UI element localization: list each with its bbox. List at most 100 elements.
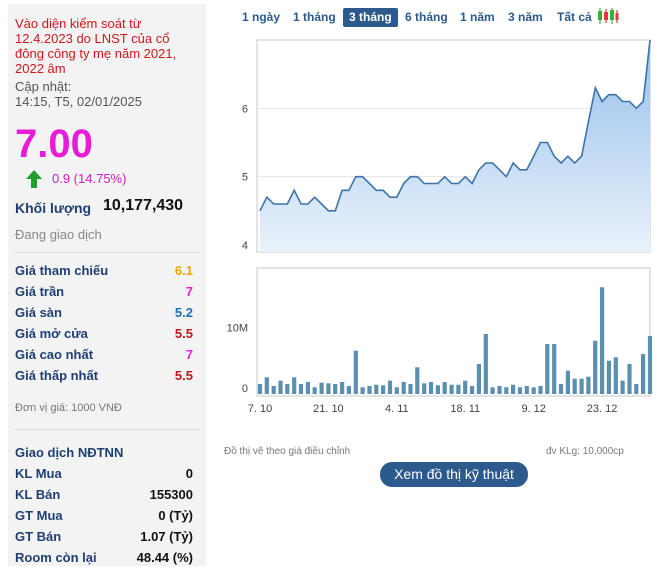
foreign-row: KL Bán 155300 bbox=[15, 487, 193, 505]
volume-bar bbox=[346, 386, 351, 394]
update-time: 14:15, T5, 02/01/2025 bbox=[15, 94, 142, 109]
foreign-row: GT Mua 0 (Tỷ) bbox=[15, 508, 193, 526]
price-row-label: Giá cao nhất bbox=[15, 347, 94, 362]
volume-value: 10,177,430 bbox=[103, 197, 184, 214]
price-row-value: 5.5 bbox=[174, 326, 193, 341]
foreign-row-value: 0 (Tỷ) bbox=[158, 508, 193, 523]
foreign-row: KL Mua 0 bbox=[15, 466, 193, 484]
volume-tick-label: 0 bbox=[242, 383, 248, 395]
volume-bar bbox=[606, 360, 611, 394]
volume-tick-label: 10M bbox=[227, 322, 248, 334]
volume-bar bbox=[312, 387, 317, 394]
volume-bar bbox=[476, 364, 481, 394]
x-tick-label: 7. 10 bbox=[248, 403, 272, 415]
tab-all[interactable]: Tất cả bbox=[551, 8, 598, 27]
volume-bar bbox=[627, 364, 632, 394]
price-change: 0.9 (14.75%) bbox=[52, 171, 127, 186]
price-row-label: Giá tham chiếu bbox=[15, 263, 109, 278]
volume-bar bbox=[511, 384, 516, 394]
volume-bar bbox=[586, 376, 591, 394]
foreign-trading-title: Giao dịch NĐTNN bbox=[15, 445, 124, 460]
volume-bar bbox=[326, 383, 331, 394]
price-row-label: Giá mở cửa bbox=[15, 326, 88, 341]
current-price: 7.00 bbox=[15, 122, 93, 166]
volume-bar bbox=[415, 367, 420, 394]
foreign-row-label: KL Bán bbox=[15, 487, 61, 502]
volume-unit-note: đv KLg: 10,000cp bbox=[546, 446, 624, 457]
foreign-row-value: 1.07 (Tỷ) bbox=[140, 529, 193, 544]
foreign-row-value: 48.44 (%) bbox=[136, 550, 193, 565]
foreign-row: Room còn lại 48.44 (%) bbox=[15, 550, 193, 568]
volume-bar bbox=[298, 384, 304, 394]
tab-1-year[interactable]: 1 năm bbox=[454, 8, 501, 27]
volume-bar bbox=[271, 386, 276, 394]
volume-bar bbox=[456, 384, 461, 394]
volume-bar bbox=[285, 384, 290, 394]
foreign-row-value: 155300 bbox=[149, 487, 193, 502]
volume-bar bbox=[292, 377, 297, 394]
price-tick-label: 5 bbox=[242, 172, 248, 184]
price-tick-label: 6 bbox=[242, 103, 248, 115]
control-warning: Vào diện kiểm soát từ 12.4.2023 do LNST … bbox=[15, 16, 177, 76]
x-tick-label: 9. 12 bbox=[521, 403, 545, 415]
volume-bar bbox=[278, 380, 283, 394]
volume-bar bbox=[387, 380, 393, 394]
foreign-row-label: KL Mua bbox=[15, 466, 62, 481]
volume-bar bbox=[319, 382, 324, 394]
price-row-low: Giá thấp nhất 5.5 bbox=[15, 368, 193, 386]
volume-bar bbox=[257, 384, 263, 394]
volume-bar bbox=[422, 383, 427, 394]
x-tick-label: 18. 11 bbox=[450, 403, 480, 415]
volume-bar bbox=[524, 386, 529, 394]
volume-bar bbox=[449, 384, 454, 394]
volume-bar bbox=[435, 385, 440, 394]
volume-bar bbox=[374, 384, 379, 394]
update-label: Cập nhật: bbox=[15, 79, 72, 94]
price-tick-label: 4 bbox=[242, 240, 248, 252]
volume-bar bbox=[394, 387, 399, 394]
foreign-row: GT Bán 1.07 (Tỷ) bbox=[15, 529, 193, 547]
foreign-row-label: Room còn lại bbox=[15, 550, 97, 565]
divider bbox=[15, 252, 200, 253]
price-volume-chart: 4 5 6 0 10M 7. 10 21. 10 4. 11 18. 11 9. 12 23. … bbox=[227, 39, 653, 415]
volume-bar bbox=[428, 382, 434, 394]
volume-bar bbox=[579, 378, 584, 394]
up-arrow-icon bbox=[26, 170, 42, 188]
x-tick-label: 4. 11 bbox=[385, 403, 409, 415]
volume-bar bbox=[517, 387, 523, 394]
foreign-row-value: 0 bbox=[185, 466, 193, 481]
price-row-value: 6.1 bbox=[174, 263, 193, 278]
volume-bar bbox=[504, 387, 509, 394]
technical-chart-button[interactable]: Xem đồ thị kỹ thuật bbox=[380, 462, 528, 487]
volume-bar bbox=[620, 380, 625, 394]
tab-6-months[interactable]: 6 tháng bbox=[399, 8, 454, 27]
trading-status: Đang giao dịch bbox=[15, 227, 102, 242]
volume-bar bbox=[545, 344, 550, 394]
tab-1-month[interactable]: 1 tháng bbox=[287, 8, 342, 27]
tab-1-day[interactable]: 1 ngày bbox=[236, 8, 286, 27]
volume-bar bbox=[497, 386, 502, 394]
volume-bar bbox=[353, 350, 358, 394]
volume-bar bbox=[401, 382, 406, 394]
foreign-row-label: GT Bán bbox=[15, 529, 62, 544]
tab-3-years[interactable]: 3 năm bbox=[502, 8, 549, 27]
volume-bar bbox=[490, 387, 495, 394]
price-row-reference: Giá tham chiếu 6.1 bbox=[15, 263, 193, 281]
divider bbox=[15, 429, 200, 430]
volume-bar bbox=[538, 386, 543, 394]
volume-bar bbox=[470, 386, 475, 394]
price-row-value: 7 bbox=[185, 284, 193, 299]
tab-3-months[interactable]: 3 tháng bbox=[343, 8, 398, 27]
volume-bar bbox=[333, 384, 338, 394]
candlestick-icon[interactable] bbox=[597, 7, 619, 25]
price-row-ceiling: Giá trần 7 bbox=[15, 284, 193, 302]
volume-bar bbox=[264, 377, 269, 394]
price-row-label: Giá sàn bbox=[15, 305, 62, 320]
volume-bar bbox=[647, 336, 653, 394]
foreign-row-label: GT Mua bbox=[15, 508, 63, 523]
price-row-label: Giá trần bbox=[15, 284, 65, 299]
volume-bar bbox=[565, 370, 570, 394]
volume-plot-frame bbox=[256, 267, 651, 397]
volume-bar bbox=[600, 287, 605, 394]
volume-bar bbox=[381, 385, 386, 394]
